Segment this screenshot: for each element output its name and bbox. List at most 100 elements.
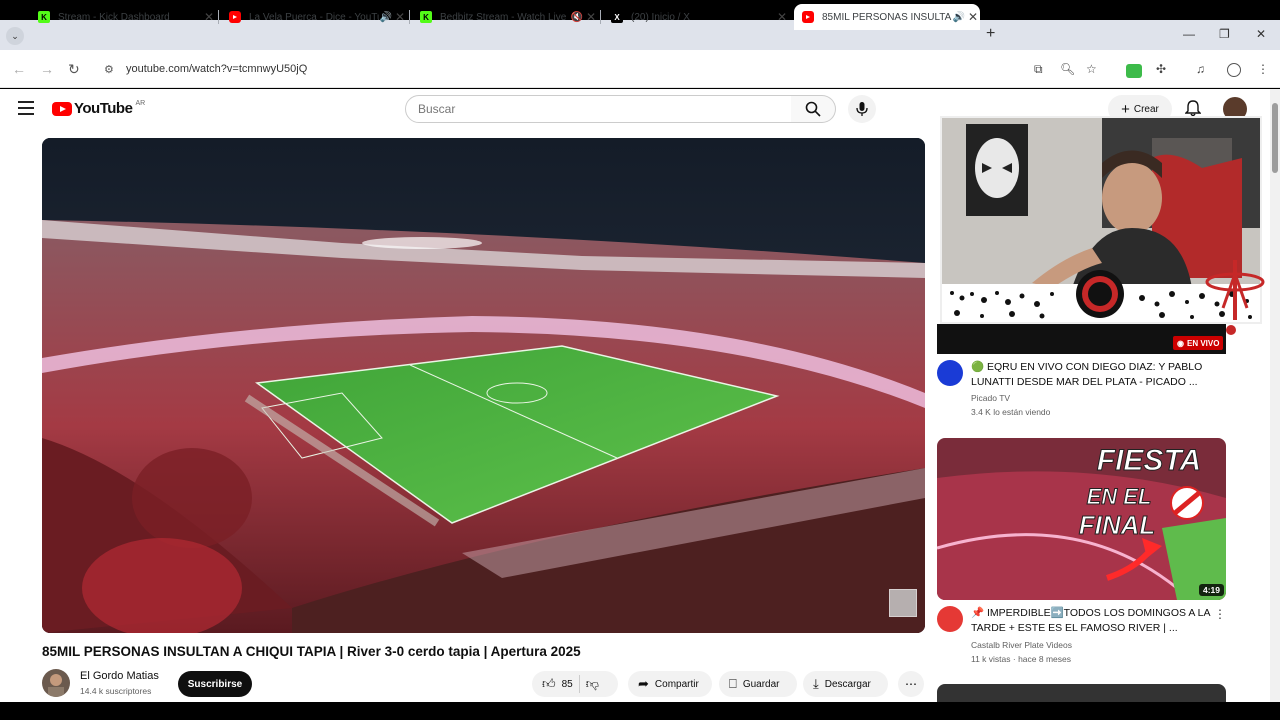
- recommendation-meta: 11 k vistas · hace 8 meses: [971, 654, 1071, 664]
- plus-icon: +: [1121, 100, 1130, 118]
- tab-title: Stream - Kick Dashboard: [58, 11, 170, 23]
- share-label: Compartir: [654, 678, 699, 690]
- url-text: youtube.com/watch?v=tcmnwyU50jQ: [126, 63, 308, 75]
- subscribe-button[interactable]: Suscribirse: [178, 671, 252, 697]
- screen: ⌄ K Stream - Kick Dashboard ✕ La Vela Pu…: [0, 0, 1280, 720]
- live-icon: ◉: [1177, 338, 1184, 348]
- search-icon: [805, 101, 821, 117]
- create-label: Crear: [1133, 103, 1159, 115]
- close-icon[interactable]: ✕: [775, 10, 789, 24]
- media-controls-icon[interactable]: ♫: [1196, 62, 1205, 76]
- forward-arrow-icon[interactable]: →: [40, 61, 54, 77]
- bookmark-icon: ⎕: [729, 676, 737, 691]
- tab-85mil-personas[interactable]: 85MIL PERSONAS INSULTAN 🔊 ✕: [794, 4, 980, 30]
- search-button[interactable]: [791, 95, 836, 123]
- like-dislike-pill: 👍︎ 85 👎︎: [532, 671, 618, 697]
- streamer-face: [1102, 162, 1162, 234]
- share-button[interactable]: ➦ Compartir: [628, 671, 712, 697]
- extensions-puzzle-icon[interactable]: ✣: [1156, 62, 1166, 76]
- search-placeholder: Buscar: [418, 102, 456, 116]
- channel-watermark[interactable]: [889, 589, 917, 617]
- tab-search-button[interactable]: ⌄: [6, 27, 24, 45]
- video-player[interactable]: [42, 138, 925, 633]
- channel-name[interactable]: El Gordo Matias: [80, 670, 159, 682]
- speaker-icon[interactable]: 🔊: [952, 12, 966, 23]
- youtube-logo[interactable]: YouTube AR: [52, 100, 145, 117]
- address-bar[interactable]: ⚙ youtube.com/watch?v=tcmnwyU50jQ: [94, 56, 1114, 82]
- recommendation-channel[interactable]: Picado TV: [971, 393, 1010, 403]
- tab-la-vela-puerca[interactable]: La Vela Puerca - Dice - YouTu 🔊 ✕: [221, 4, 407, 30]
- download-label: Descargar: [824, 678, 871, 690]
- download-icon: ⤓: [813, 676, 819, 691]
- thumbnail-text-en-el: EN EL: [1087, 484, 1152, 509]
- minimize-icon[interactable]: —: [1183, 27, 1195, 41]
- tab-x-inicio[interactable]: X (20) Inicio / X ✕: [603, 4, 789, 30]
- more-menu-icon[interactable]: ⋮: [1257, 62, 1269, 76]
- tab-kick-dashboard[interactable]: K Stream - Kick Dashboard ✕: [30, 4, 216, 30]
- tab-title: 85MIL PERSONAS INSULTAN: [822, 11, 952, 23]
- youtube-icon: [229, 11, 241, 23]
- subscriber-count: 14.4 k suscriptores: [80, 686, 152, 696]
- country-code: AR: [135, 100, 146, 107]
- recommendation-title[interactable]: 🟢 EQRU EN VIVO CON DIEGO DIAZ: Y PABLO L…: [971, 360, 1211, 390]
- tab-title: (20) Inicio / X: [631, 11, 690, 23]
- channel-avatar[interactable]: [42, 669, 70, 697]
- stadium-video-frame: [42, 138, 925, 633]
- kick-icon: K: [420, 11, 432, 23]
- close-icon[interactable]: ✕: [202, 10, 216, 24]
- restore-icon[interactable]: ❐: [1219, 27, 1230, 41]
- kick-icon: K: [38, 11, 50, 23]
- download-button[interactable]: ⤓ Descargar: [803, 671, 888, 697]
- channel-avatar[interactable]: [937, 360, 963, 386]
- profile-icon[interactable]: [1227, 63, 1241, 77]
- more-vert-icon[interactable]: ⋮: [1214, 607, 1226, 621]
- tab-separator: [600, 10, 601, 24]
- menu-icon[interactable]: [18, 101, 34, 115]
- extension-green-icon[interactable]: [1126, 64, 1142, 78]
- tab-title: La Vela Puerca - Dice - YouTu: [249, 11, 379, 23]
- close-icon[interactable]: ✕: [584, 10, 598, 24]
- recommendation-thumbnail[interactable]: [937, 684, 1226, 702]
- close-icon[interactable]: ✕: [393, 10, 407, 24]
- channel-avatar[interactable]: [937, 606, 963, 632]
- recommendation-title[interactable]: 📌 IMPERDIBLE➡️TODOS LOS DOMINGOS A LA TA…: [971, 606, 1211, 636]
- save-button[interactable]: ⎕ Guardar: [719, 671, 797, 697]
- thumbs-down-icon[interactable]: 👎︎: [586, 676, 599, 692]
- x-icon: X: [611, 11, 623, 23]
- recommendation-thumbnail[interactable]: FIESTA EN EL FINAL: [937, 438, 1226, 600]
- window-close-icon[interactable]: ✕: [1256, 27, 1266, 41]
- thumbnail-text-fiesta: FIESTA: [1097, 444, 1201, 477]
- new-tab-button[interactable]: +: [986, 25, 995, 43]
- zoom-icon[interactable]: 🔍︎: [1060, 62, 1075, 76]
- search-input[interactable]: Buscar: [405, 95, 792, 123]
- logo-text: YouTube: [74, 100, 133, 117]
- tab-separator: [409, 10, 410, 24]
- tab-separator: [218, 10, 219, 24]
- close-icon[interactable]: ✕: [966, 10, 980, 24]
- tab-title: Bedbitz Stream - Watch Live: [440, 11, 567, 23]
- microphone-icon: [856, 102, 868, 116]
- page-scrollbar[interactable]: [1270, 89, 1280, 702]
- save-label: Guardar: [742, 678, 780, 690]
- install-app-icon[interactable]: ⧉: [1034, 62, 1043, 77]
- recommendation-channel[interactable]: Castalb River Plate Videos: [971, 640, 1072, 650]
- tab-bedbitz-stream[interactable]: K Bedbitz Stream - Watch Live 🔇 ✕: [412, 4, 598, 30]
- like-count[interactable]: 85: [562, 679, 573, 690]
- back-arrow-icon[interactable]: ←: [12, 61, 26, 77]
- recommendation-meta: 3.4 K lo están viendo: [971, 407, 1051, 417]
- video-title: 85MIL PERSONAS INSULTAN A CHIQUI TAPIA |…: [42, 644, 581, 659]
- thumbnail-text-final: FINAL: [1079, 510, 1156, 540]
- voice-search-button[interactable]: [848, 95, 876, 123]
- speaker-icon[interactable]: 🔊: [379, 12, 393, 23]
- spider-icon: [1205, 260, 1265, 335]
- scrollbar-thumb[interactable]: [1272, 103, 1278, 173]
- more-actions-button[interactable]: ⋯: [898, 671, 924, 697]
- share-arrow-icon: ➦: [638, 676, 649, 691]
- site-info-icon[interactable]: ⚙: [104, 63, 120, 76]
- reload-icon[interactable]: ↻: [68, 61, 80, 78]
- youtube-icon: [802, 11, 814, 23]
- muted-speaker-icon[interactable]: 🔇: [570, 12, 584, 23]
- thumbs-up-icon[interactable]: 👍︎: [542, 676, 556, 692]
- bookmark-star-icon[interactable]: ☆: [1086, 62, 1097, 76]
- youtube-play-icon: [52, 101, 72, 116]
